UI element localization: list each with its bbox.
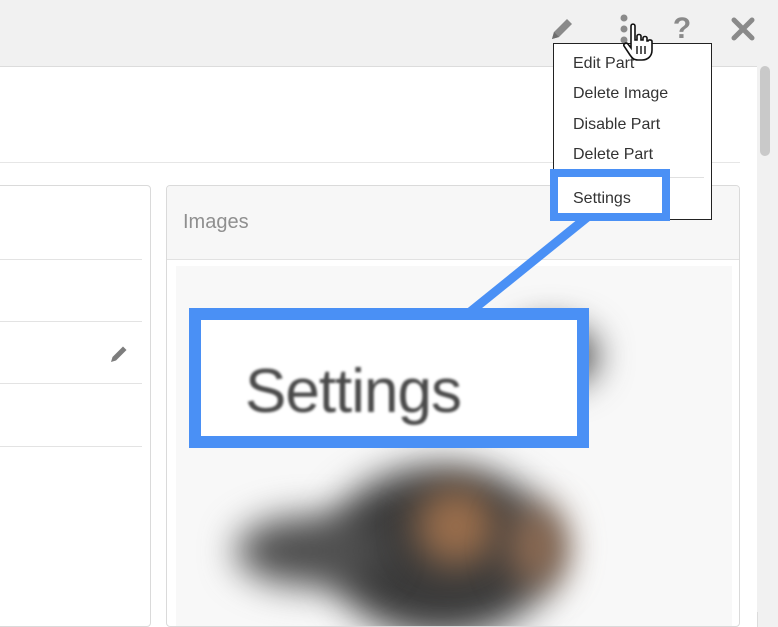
close-icon[interactable] bbox=[726, 12, 760, 46]
more-vertical-icon[interactable] bbox=[607, 12, 641, 46]
image-blur-region bbox=[416, 486, 496, 566]
pencil-icon[interactable] bbox=[545, 12, 579, 46]
menu-item-disable-part[interactable]: Disable Part bbox=[573, 116, 660, 134]
zoom-callout-label: Settings bbox=[245, 357, 462, 426]
row-divider bbox=[0, 321, 142, 322]
question-icon[interactable]: ? bbox=[665, 12, 699, 46]
image-blur-region bbox=[506, 506, 566, 586]
zoom-callout: Settings bbox=[189, 308, 589, 448]
edit-row-pencil-icon[interactable] bbox=[106, 341, 132, 367]
image-blur-region bbox=[236, 516, 386, 586]
settings-highlight-box bbox=[550, 169, 670, 221]
menu-item-delete-part[interactable]: Delete Part bbox=[573, 146, 653, 164]
card-header-divider bbox=[0, 259, 142, 260]
menu-item-delete-image[interactable]: Delete Image bbox=[573, 85, 668, 103]
row-divider bbox=[0, 446, 142, 447]
images-card-title: Images bbox=[183, 211, 249, 233]
scrollbar-thumb[interactable] bbox=[760, 66, 770, 156]
help-glyph: ? bbox=[672, 12, 692, 45]
menu-item-edit-part[interactable]: Edit Part bbox=[573, 55, 634, 73]
row-divider bbox=[0, 383, 142, 384]
details-card bbox=[0, 185, 151, 627]
